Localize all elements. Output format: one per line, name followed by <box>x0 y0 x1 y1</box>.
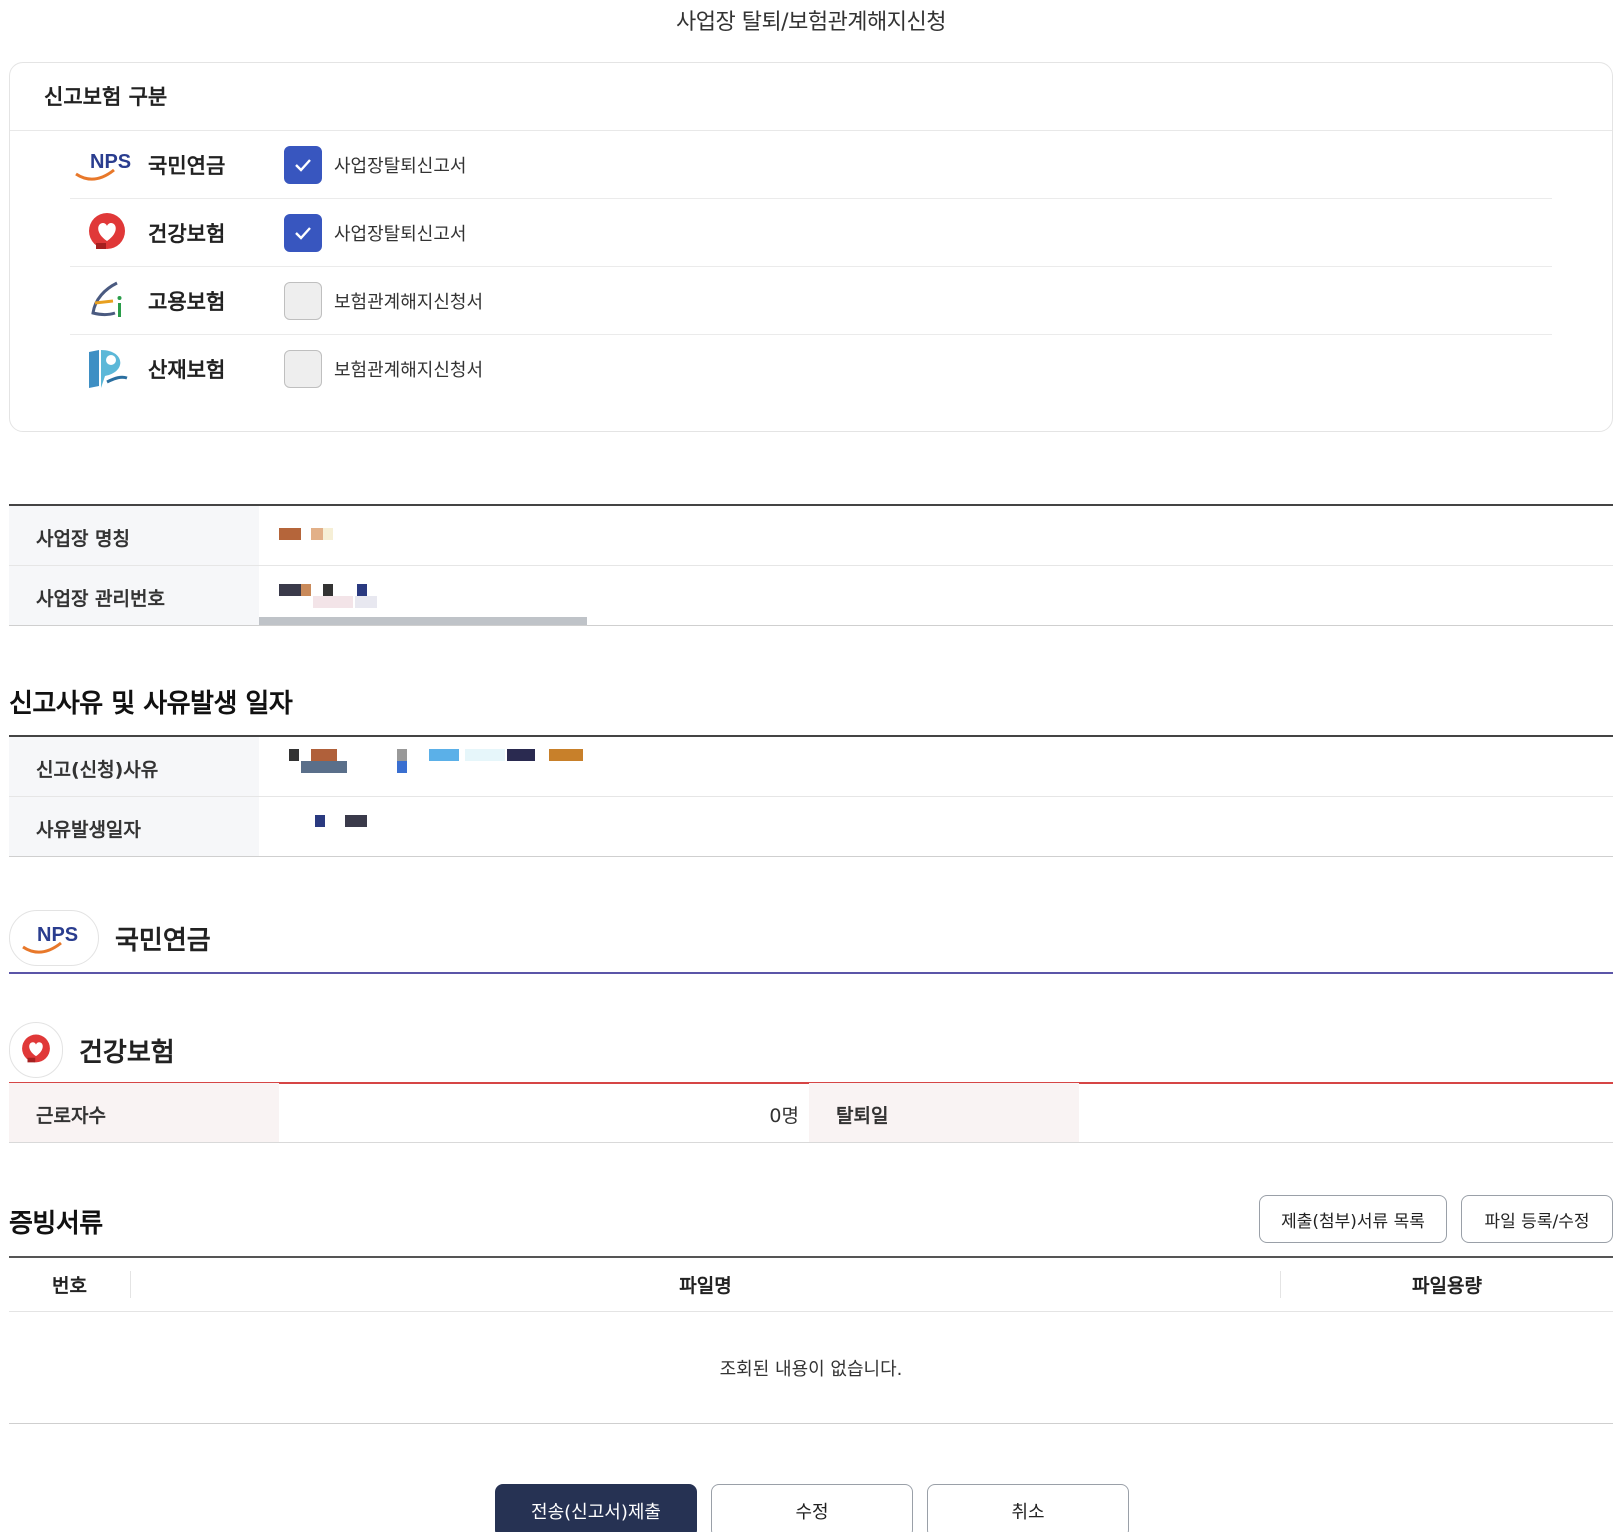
insurance-row-nps: NPS 국민연금 사업장탈퇴신고서 <box>70 131 1552 199</box>
occurrence-date-row: 사유발생일자 <box>9 797 1613 857</box>
column-filename: 파일명 <box>131 1271 1281 1298</box>
health-section-title: 건강보험 <box>79 1037 175 1068</box>
workplace-name-row: 사업장 명칭 <box>9 506 1613 566</box>
health-section-header: 건강보험 <box>9 1018 1613 1084</box>
edit-button[interactable]: 수정 <box>711 1484 913 1532</box>
insurance-document: 보험관계해지신청서 <box>334 360 484 381</box>
insurance-document: 사업장탈퇴신고서 <box>334 223 467 245</box>
documents-table-header: 번호 파일명 파일용량 <box>9 1258 1613 1312</box>
reason-info-table: 신고(신청)사유 사유발생일자 <box>9 735 1613 857</box>
withdraw-date-value <box>1079 1083 1613 1142</box>
health-insurance-logo-icon <box>9 1022 63 1078</box>
workplace-number-row: 사업장 관리번호 <box>9 566 1613 626</box>
column-filesize: 파일용량 <box>1412 1275 1482 1297</box>
documents-title: 증빙서류 <box>9 1209 103 1239</box>
insurance-document: 보험관계해지신청서 <box>334 291 484 313</box>
insurance-row-health: 건강보험 사업장탈퇴신고서 <box>70 199 1552 267</box>
checkbox-employment[interactable] <box>284 281 322 320</box>
checkbox-industrial[interactable] <box>284 350 322 388</box>
submitted-documents-list-button[interactable]: 제출(첨부)서류 목록 <box>1259 1195 1447 1243</box>
insurance-document: 사업장탈퇴신고서 <box>334 155 467 177</box>
nps-section-title: 국민연금 <box>115 925 211 956</box>
insurance-selection-heading: 신고보험 구분 <box>10 63 1612 131</box>
submit-button[interactable]: 전송(신고서)제출 <box>495 1484 697 1532</box>
insurance-name: 고용보험 <box>148 289 226 314</box>
nps-logo-icon: NPS <box>70 141 144 189</box>
reason-section-title: 신고사유 및 사유발생 일자 <box>9 689 293 719</box>
insurance-name: 건강보험 <box>148 221 226 246</box>
workplace-info-table: 사업장 명칭 사업장 관리번호 <box>9 504 1613 626</box>
workplace-name-value <box>259 506 1613 565</box>
insurance-row-employment: 고용보험 보험관계해지신청서 <box>70 267 1552 335</box>
file-upload-button[interactable]: 파일 등록/수정 <box>1461 1195 1613 1243</box>
insurance-name: 국민연금 <box>148 153 226 178</box>
reason-value <box>259 737 1613 796</box>
checkbox-nps[interactable] <box>284 145 322 184</box>
svg-text:NPS: NPS <box>37 924 78 946</box>
employment-insurance-logo-icon <box>70 277 144 325</box>
workplace-number-label: 사업장 관리번호 <box>9 566 259 625</box>
workplace-name-label: 사업장 명칭 <box>9 506 259 565</box>
industrial-accident-logo-icon <box>70 345 144 393</box>
workplace-number-value <box>259 566 1613 625</box>
health-insurance-logo-icon <box>70 209 144 257</box>
occurrence-date-value <box>259 797 1613 856</box>
occurrence-date-label: 사유발생일자 <box>9 797 259 856</box>
documents-table: 번호 파일명 파일용량 조회된 내용이 없습니다. <box>9 1256 1613 1424</box>
withdraw-date-label: 탈퇴일 <box>809 1083 1079 1142</box>
svg-text:NPS: NPS <box>90 151 131 173</box>
health-workers-row: 근로자수 0명 탈퇴일 <box>9 1083 1613 1143</box>
cancel-button[interactable]: 취소 <box>927 1484 1129 1532</box>
page-title: 사업장 탈퇴/보험관계해지신청 <box>675 10 947 35</box>
nps-section-header: NPS 국민연금 <box>9 904 1613 974</box>
insurance-row-industrial: 산재보험 보험관계해지신청서 <box>70 335 1552 403</box>
checkbox-health[interactable] <box>284 213 322 252</box>
empty-message: 조회된 내용이 없습니다. <box>9 1312 1613 1424</box>
reason-row: 신고(신청)사유 <box>9 737 1613 797</box>
workers-value: 0명 <box>769 1105 799 1127</box>
check-icon <box>295 158 311 172</box>
reason-label: 신고(신청)사유 <box>9 737 259 796</box>
insurance-name: 산재보험 <box>148 358 226 382</box>
workers-label: 근로자수 <box>9 1083 279 1142</box>
nps-logo-icon: NPS <box>9 910 99 966</box>
check-icon <box>295 226 311 240</box>
insurance-selection-card: 신고보험 구분 NPS 국민연금 사업장탈퇴신고서 건강보험 사업장탈퇴신고서 … <box>9 62 1613 432</box>
column-number: 번호 <box>9 1271 131 1298</box>
